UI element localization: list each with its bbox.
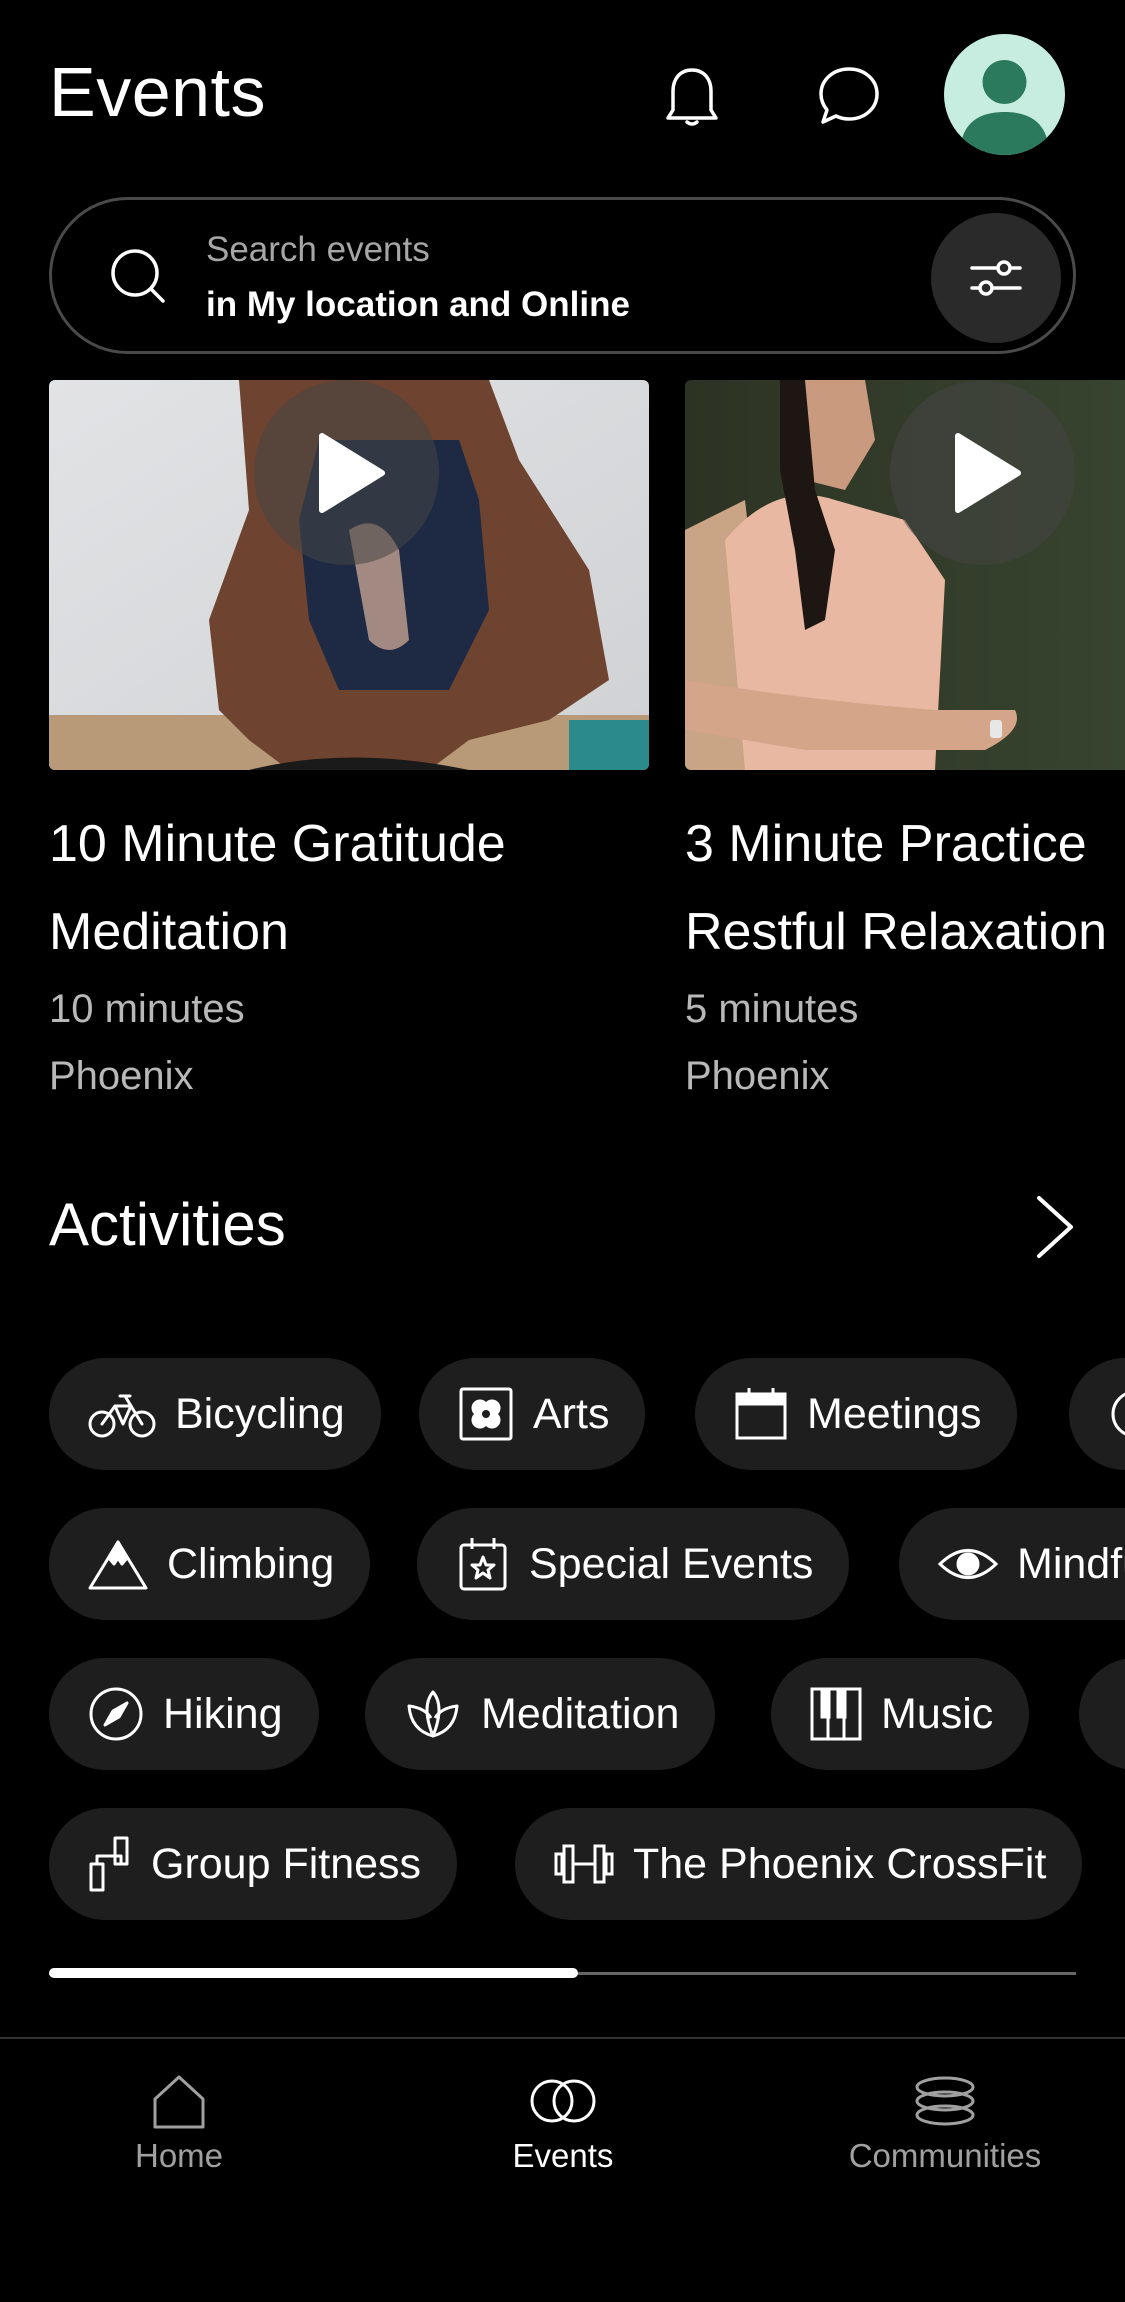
event-title: Restful Relaxation bbox=[685, 903, 1107, 961]
lotus-icon bbox=[407, 1690, 459, 1738]
bell-icon[interactable] bbox=[656, 60, 728, 132]
play-button[interactable] bbox=[890, 380, 1075, 565]
chip-label: Music bbox=[881, 1689, 994, 1738]
fitness-icon bbox=[89, 1836, 129, 1892]
chip-more[interactable] bbox=[1079, 1658, 1125, 1770]
chip-bicycling[interactable]: Bicycling bbox=[49, 1358, 381, 1470]
event-card[interactable]: 3 Minute Practice Restful Relaxation 5 m… bbox=[685, 380, 1125, 1110]
activities-heading: Activities bbox=[49, 1191, 286, 1258]
chip-label: Climbing bbox=[167, 1539, 335, 1588]
chip-label: Meetings bbox=[807, 1389, 982, 1438]
calendar-icon bbox=[735, 1388, 787, 1440]
nav-communities[interactable]: Communities bbox=[815, 2073, 1075, 2193]
eye-icon bbox=[937, 1549, 999, 1579]
event-location: Phoenix bbox=[49, 1054, 194, 1098]
dumbbell-icon bbox=[554, 1844, 614, 1884]
activity-icon bbox=[1111, 1392, 1125, 1436]
chip-crossfit[interactable]: The Phoenix CrossFit bbox=[515, 1808, 1083, 1920]
chip-arts[interactable]: Arts bbox=[419, 1358, 646, 1470]
chip-music[interactable]: Music bbox=[771, 1658, 1030, 1770]
search-icon bbox=[107, 245, 171, 309]
chip-mindfulness[interactable]: Mindfulness bbox=[899, 1508, 1125, 1620]
home-icon bbox=[153, 2075, 205, 2129]
bottom-nav: Home Events Communities bbox=[0, 2037, 1125, 2302]
chip-hiking[interactable]: Hiking bbox=[49, 1658, 319, 1770]
page-title: Events bbox=[49, 53, 266, 131]
event-title: 3 Minute Practice bbox=[685, 815, 1087, 873]
play-icon bbox=[319, 433, 385, 513]
piano-icon bbox=[810, 1687, 862, 1741]
chip-label: Hiking bbox=[163, 1689, 283, 1738]
search-location[interactable]: in My location and Online bbox=[206, 285, 630, 325]
app-header: Events bbox=[0, 0, 1125, 190]
activity-chips[interactable]: Bicycling Arts Meetings Climbing Special… bbox=[0, 1355, 1125, 1925]
filter-button[interactable] bbox=[931, 213, 1061, 343]
chip-meetings[interactable]: Meetings bbox=[695, 1358, 1018, 1470]
mountain-icon bbox=[88, 1540, 148, 1590]
search-placeholder: Search events bbox=[206, 230, 430, 269]
chip-label: Special Events bbox=[529, 1539, 814, 1588]
event-duration: 10 minutes bbox=[49, 987, 245, 1031]
event-title: Meditation bbox=[49, 903, 289, 961]
compass-icon bbox=[89, 1687, 143, 1741]
communities-icon bbox=[915, 2076, 975, 2126]
chevron-right-icon[interactable] bbox=[1025, 1190, 1085, 1265]
calendar-star-icon bbox=[459, 1538, 507, 1591]
chip-label: Group Fitness bbox=[151, 1839, 422, 1888]
nav-home[interactable]: Home bbox=[49, 2073, 309, 2193]
chat-icon[interactable] bbox=[813, 60, 885, 132]
chip-group-fitness[interactable]: Group Fitness bbox=[49, 1808, 458, 1920]
chip-climbing[interactable]: Climbing bbox=[49, 1508, 371, 1620]
nav-label: Communities bbox=[848, 2137, 1042, 2174]
play-button[interactable] bbox=[254, 380, 439, 565]
chips-scrollbar[interactable] bbox=[49, 1968, 1076, 1978]
event-duration: 5 minutes bbox=[685, 987, 859, 1031]
arts-icon bbox=[459, 1387, 513, 1441]
chip-meditation[interactable]: Meditation bbox=[365, 1658, 716, 1770]
bicycle-icon bbox=[88, 1394, 156, 1438]
chip-label: Bicycling bbox=[175, 1389, 345, 1438]
event-card[interactable]: 10 Minute Gratitude Meditation 10 minute… bbox=[49, 380, 649, 1110]
event-thumbnail[interactable] bbox=[49, 380, 649, 770]
chip-label: Meditation bbox=[481, 1689, 680, 1738]
featured-carousel[interactable]: 10 Minute Gratitude Meditation 10 minute… bbox=[0, 380, 1125, 1120]
chip-special-events[interactable]: Special Events bbox=[417, 1508, 850, 1620]
events-icon bbox=[530, 2079, 596, 2123]
event-location: Phoenix bbox=[685, 1054, 830, 1098]
search-bar[interactable]: Search events in My location and Online bbox=[49, 197, 1076, 354]
play-icon bbox=[955, 433, 1021, 513]
chip-label: The Phoenix CrossFit bbox=[633, 1839, 1047, 1888]
avatar[interactable] bbox=[944, 34, 1065, 155]
chip-label: Arts bbox=[533, 1389, 610, 1438]
event-thumbnail[interactable] bbox=[685, 380, 1125, 770]
scrollbar-thumb[interactable] bbox=[49, 1968, 578, 1978]
chip-more[interactable] bbox=[1069, 1358, 1125, 1470]
nav-label: Events bbox=[512, 2137, 614, 2174]
nav-label: Home bbox=[134, 2137, 224, 2174]
event-title: 10 Minute Gratitude bbox=[49, 815, 506, 873]
nav-events[interactable]: Events bbox=[433, 2073, 693, 2193]
sliders-icon bbox=[970, 260, 1022, 296]
chip-label: Mindfulness bbox=[1017, 1539, 1125, 1588]
